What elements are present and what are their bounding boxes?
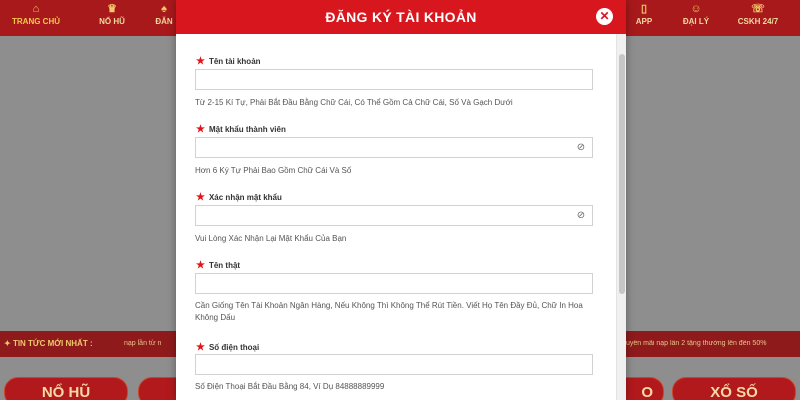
modal-title: ĐĂNG KÝ TÀI KHOẢN	[325, 9, 477, 25]
nav-item-label: CSKH 24/7	[737, 17, 779, 26]
ticker-label: ✦ TIN TỨC MỚI NHẤT :	[4, 339, 93, 348]
required-star-icon: ★	[196, 260, 205, 271]
confirm-password-hint: Vui Lòng Xác Nhận Lại Mật Khẩu Của Bạn	[195, 234, 347, 243]
agent-icon: ☺	[690, 3, 702, 15]
nav-item-label: ĐẠI LÝ	[682, 17, 710, 26]
required-star-icon: ★	[196, 124, 205, 135]
megaphone-icon: ✦	[4, 339, 13, 348]
nav-item-slots[interactable]: ♛ NỔ HŨ	[82, 3, 142, 26]
password-hint: Hơn 6 Ký Tự Phải Bao Gồm Chữ Cái Và Số	[195, 166, 352, 175]
username-hint: Từ 2-15 Kí Tự, Phải Bắt Đầu Bằng Chữ Cái…	[195, 98, 513, 107]
lottery-category-button[interactable]: XỔ SỐ	[672, 377, 796, 400]
modal-scrollbar[interactable]	[616, 34, 626, 400]
phone-icon: ▯	[640, 3, 648, 15]
nav-item-label: APP	[635, 17, 653, 26]
confirm-password-input[interactable]	[195, 205, 593, 226]
modal-body: ★ Tên tài khoản Từ 2-15 Kí Tự, Phải Bắt Đ…	[176, 34, 616, 400]
required-star-icon: ★	[196, 56, 205, 67]
real-name-label: ★ Tên thật	[196, 260, 241, 271]
cards-icon: ♠	[161, 3, 167, 15]
slot-icon: ♛	[107, 3, 117, 15]
password-input[interactable]	[195, 137, 593, 158]
modal-header: ĐĂNG KÝ TÀI KHOẢN ✕	[176, 0, 626, 34]
ticker-text-right: uyến mãi nạp lần 2 tặng thưởng lên đến 5…	[626, 340, 767, 347]
confirm-password-label: ★ Xác nhận mật khẩu	[196, 192, 282, 203]
scrollbar-thumb[interactable]	[619, 54, 625, 294]
required-star-icon: ★	[196, 192, 205, 203]
nav-item-home[interactable]: ⌂ TRANG CHỦ	[6, 3, 66, 26]
phone-label: ★ Số điện thoại	[196, 342, 260, 353]
home-icon: ⌂	[32, 3, 40, 15]
nav-item-agent[interactable]: ☺ ĐẠI LÝ	[666, 3, 726, 26]
username-input[interactable]	[195, 69, 593, 90]
ticker-text-left: nạp lần từ n	[124, 340, 162, 347]
phone-input[interactable]	[195, 354, 593, 375]
eye-slash-icon[interactable]: ⊘	[573, 142, 589, 154]
nav-item-support[interactable]: ☏ CSKH 24/7	[728, 3, 788, 26]
nav-item-label: TRANG CHỦ	[12, 17, 60, 26]
username-label: ★ Tên tài khoản	[196, 56, 261, 67]
slots-category-button[interactable]: NỔ HŨ	[4, 377, 128, 400]
password-label: ★ Mật khẩu thành viên	[196, 124, 286, 135]
eye-slash-icon[interactable]: ⊘	[573, 210, 589, 222]
nav-item-label: ĐĂN	[155, 17, 173, 26]
real-name-input[interactable]	[195, 273, 593, 294]
register-modal: ĐĂNG KÝ TÀI KHOẢN ✕ ★ Tên tài khoản Từ 2-…	[176, 0, 626, 400]
real-name-hint: Cần Giống Tên Tài Khoản Ngân Hàng, Nếu K…	[195, 301, 583, 322]
phone-hint: Số Điện Thoại Bắt Đầu Bằng 84, Ví Dụ 848…	[195, 382, 385, 391]
nav-item-label: NỔ HŨ	[99, 17, 125, 26]
support-icon: ☏	[751, 3, 765, 15]
close-icon[interactable]: ✕	[596, 8, 613, 25]
required-star-icon: ★	[196, 342, 205, 353]
